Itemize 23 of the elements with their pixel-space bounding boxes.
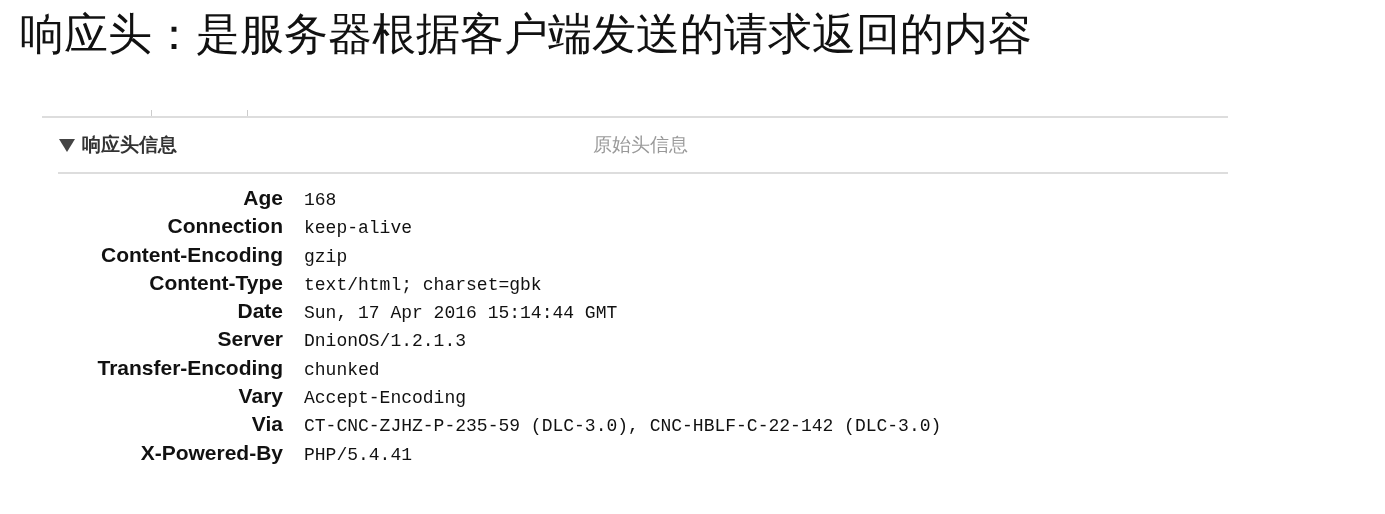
header-name: Content-Type [148, 269, 283, 296]
header-name: Vary [237, 383, 283, 410]
header-name: Content-Encoding [100, 241, 283, 268]
header-value: DnionOS/1.2.1.3 [304, 330, 467, 354]
header-value: gzip [304, 245, 348, 269]
header-value: CT-CNC-ZJHZ-P-235-59 (DLC-3.0), CNC-HBLF-C-22-142 (DLC-3.0) [304, 415, 942, 439]
header-value: 168 [304, 189, 337, 212]
header-name: Date [236, 298, 283, 325]
header-name: Via [250, 411, 283, 438]
header-value: Sun, 17 Apr 2016 15:14:44 GMT [304, 302, 618, 326]
header-name: Server [216, 326, 283, 353]
header-value: chunked [304, 358, 380, 382]
header-name: Age [242, 185, 283, 211]
section-toggle[interactable]: 响应头信息 [58, 130, 177, 160]
header-value: text/html; charset=gbk [304, 273, 542, 297]
header-name: Transfer-Encoding [96, 354, 283, 381]
header-value: Accept-Encoding [304, 387, 467, 411]
header-name: X-Powered-By [139, 439, 283, 466]
header-value: keep-alive [304, 217, 413, 241]
header-value: PHP/5.4.41 [304, 443, 413, 467]
caret-icon [58, 137, 76, 153]
slide-title: 响应头：是服务器根据客户端发送的请求返回的内容 [20, 7, 1033, 61]
header-name: Connection [166, 213, 283, 240]
